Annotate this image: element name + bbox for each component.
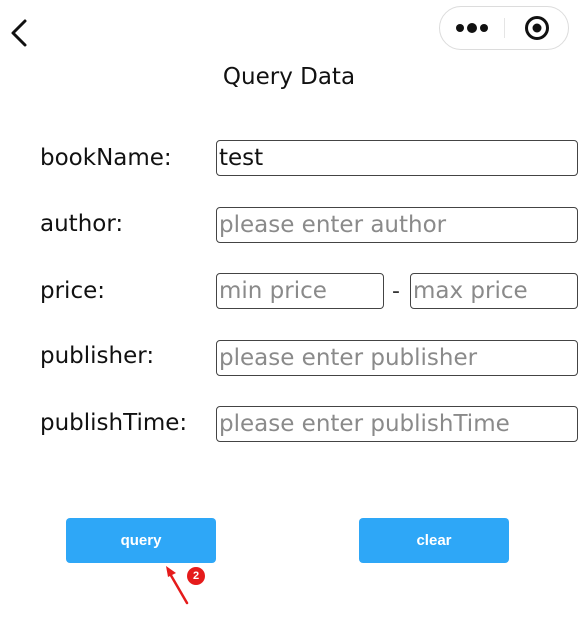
- page-title: Query Data: [222, 64, 356, 90]
- publisher-input[interactable]: [216, 340, 578, 376]
- publish-time-label: publishTime:: [40, 410, 188, 436]
- publish-time-input[interactable]: [216, 406, 578, 442]
- close-mini-program-button[interactable]: [505, 7, 568, 49]
- book-name-input[interactable]: [216, 140, 578, 176]
- clear-button[interactable]: clear: [359, 518, 509, 563]
- price-label: price:: [40, 278, 105, 304]
- author-label: author:: [40, 211, 124, 237]
- step-badge: 2: [187, 567, 205, 585]
- author-input[interactable]: [216, 207, 578, 243]
- max-price-input[interactable]: [410, 273, 578, 309]
- mini-program-capsule: [439, 6, 569, 50]
- more-button[interactable]: [440, 7, 504, 49]
- chevron-left-icon: [11, 19, 27, 47]
- price-range-separator: -: [392, 279, 400, 304]
- query-button[interactable]: query: [66, 518, 216, 563]
- min-price-input[interactable]: [216, 273, 384, 309]
- book-name-label: bookName:: [40, 145, 172, 171]
- target-close-icon: [524, 16, 549, 40]
- more-dots-icon: [456, 23, 488, 33]
- publisher-label: publisher:: [40, 343, 155, 369]
- back-button[interactable]: [6, 18, 32, 48]
